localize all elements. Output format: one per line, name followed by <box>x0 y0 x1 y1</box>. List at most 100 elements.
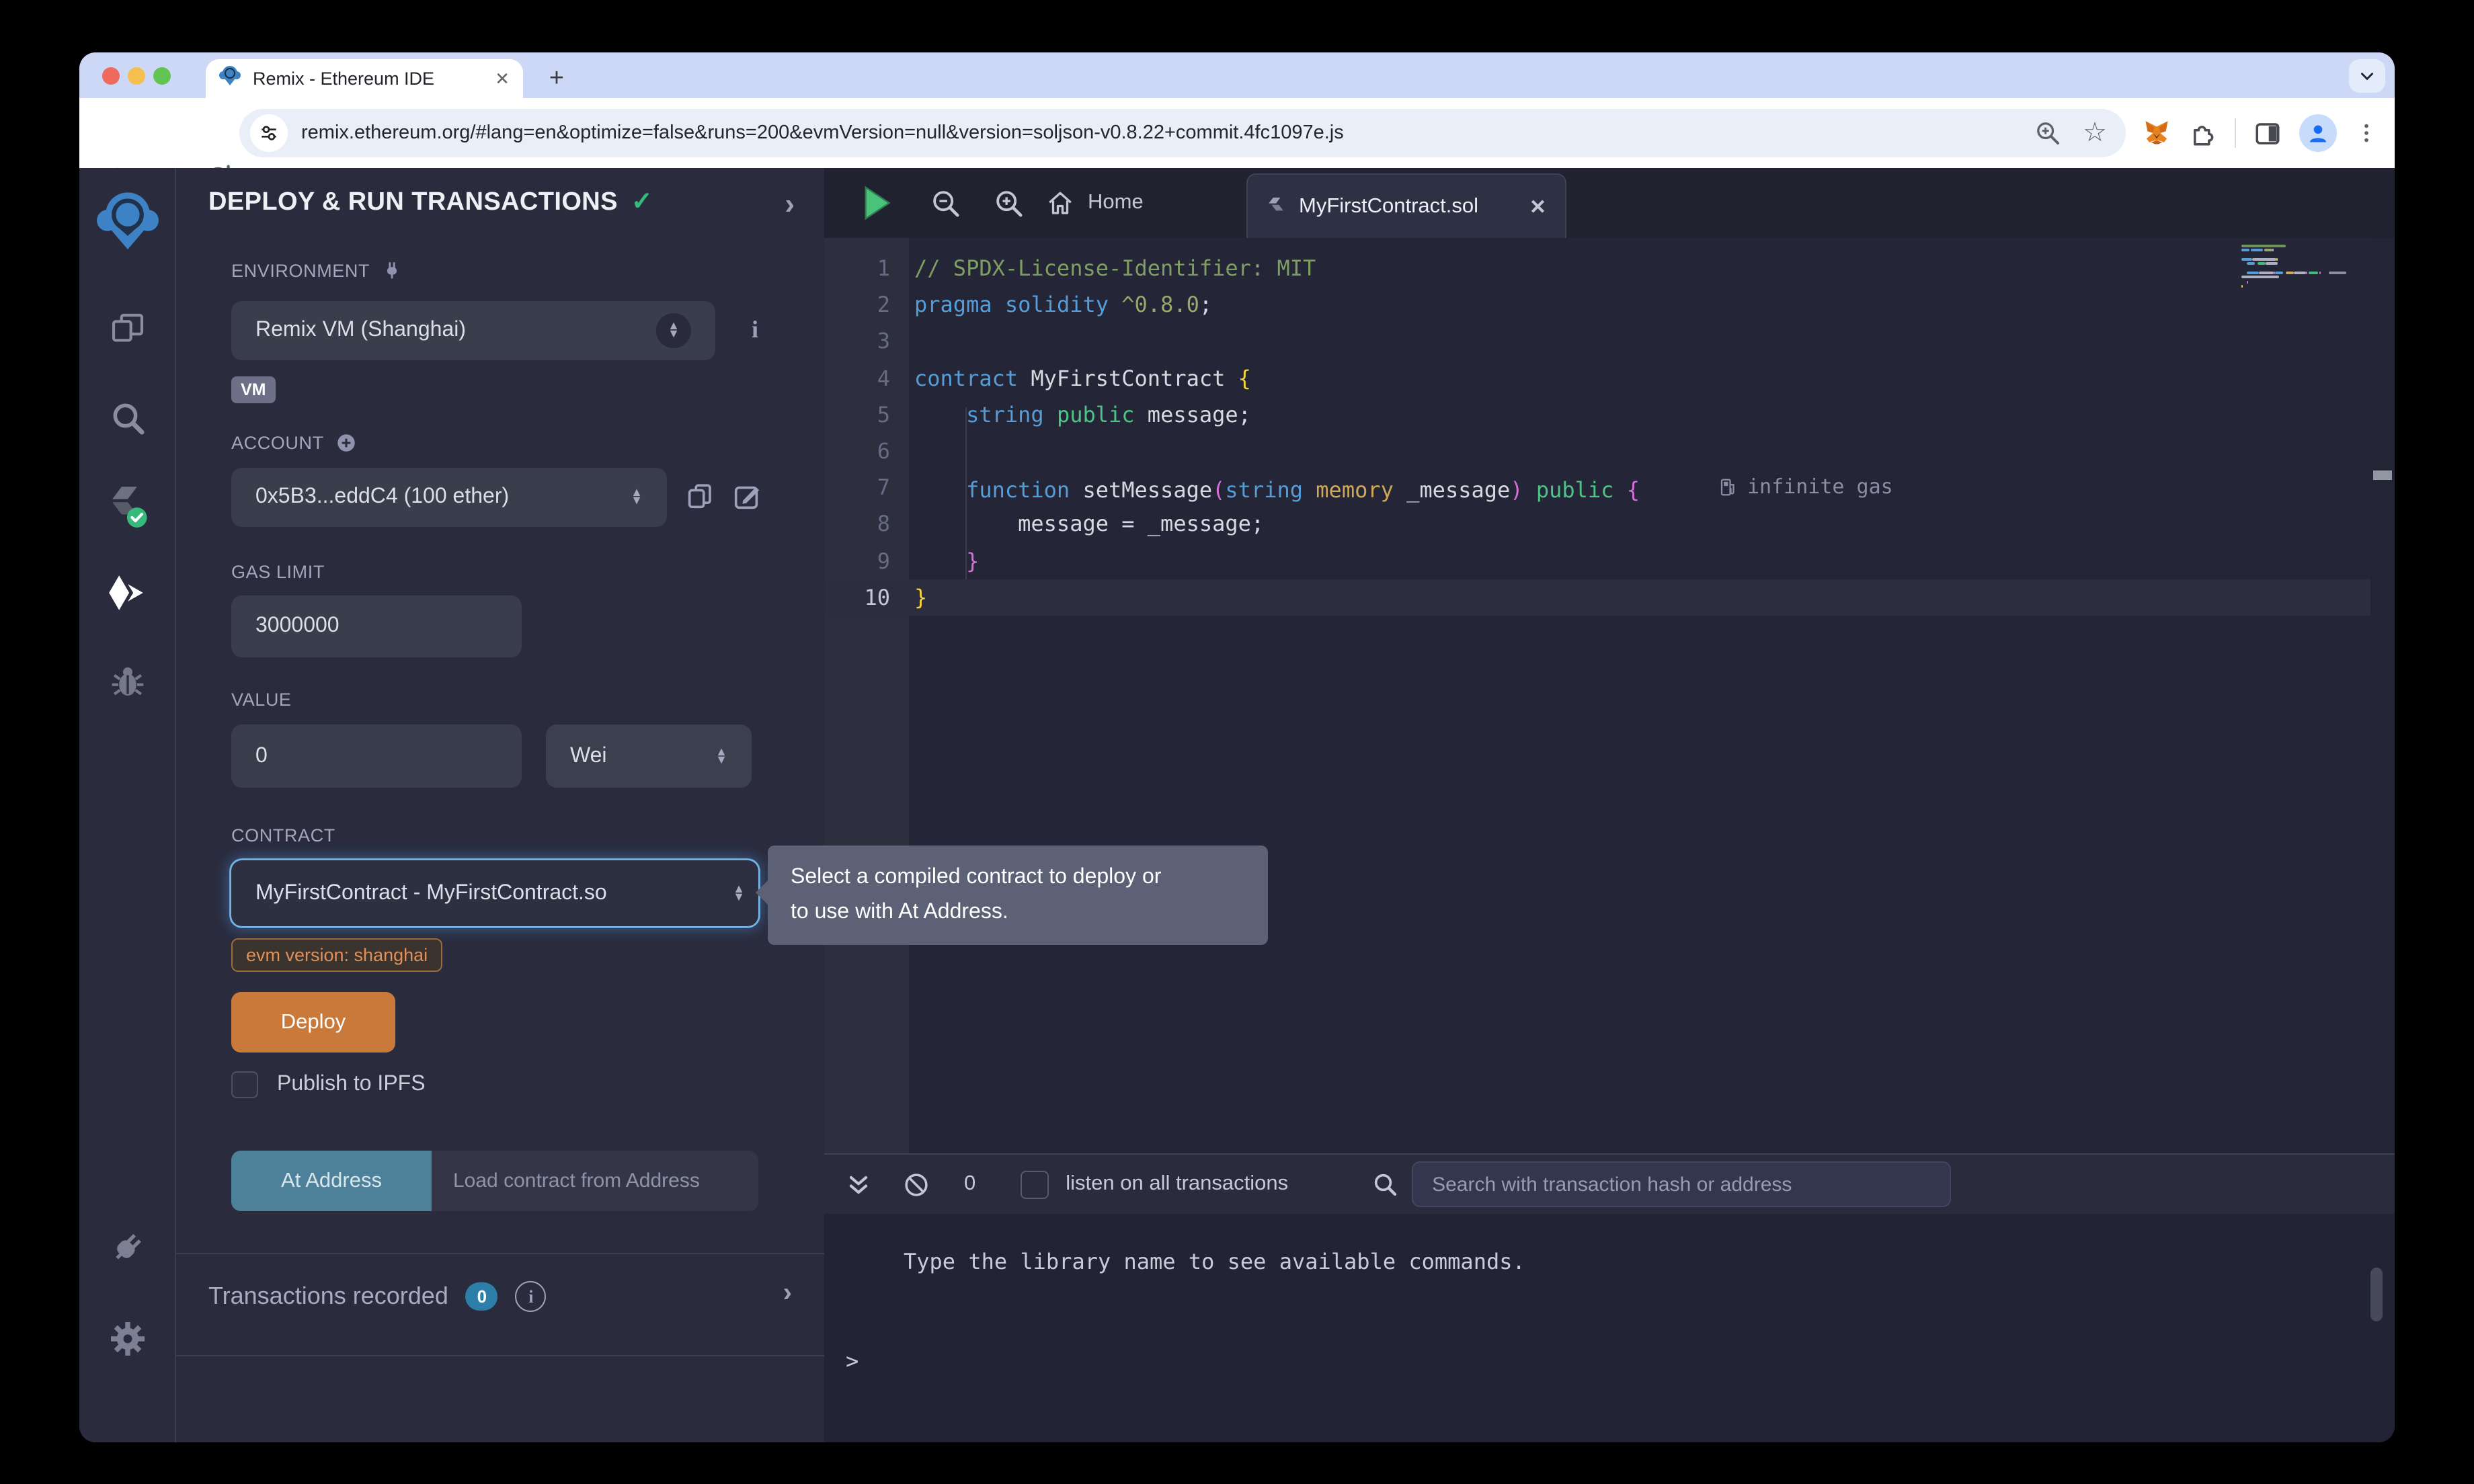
code-line[interactable]: 1// SPDX-License-Identifier: MIT <box>824 250 2370 286</box>
toolbar-divider <box>2235 118 2236 148</box>
transactions-count-badge: 0 <box>466 1282 498 1311</box>
edit-account-icon[interactable] <box>731 481 762 512</box>
transactions-info-icon[interactable]: i <box>516 1281 547 1312</box>
line-number: 4 <box>824 360 909 396</box>
solidity-compiler-icon[interactable] <box>79 485 175 528</box>
extensions-icon[interactable] <box>2189 119 2217 147</box>
code-line[interactable]: 8 message = _message; <box>824 506 2370 542</box>
close-file-icon[interactable]: ✕ <box>1529 194 1546 218</box>
panel-title: DEPLOY & RUN TRANSACTIONS ✓ <box>208 187 653 218</box>
new-tab-button[interactable]: + <box>539 62 574 97</box>
select-arrows-icon: ▲▼ <box>715 749 727 764</box>
zoom-out-icon[interactable] <box>930 188 961 219</box>
zoom-in-icon[interactable] <box>994 188 1025 219</box>
code-line[interactable]: 9 } <box>824 542 2370 579</box>
transactions-chevron-icon[interactable]: › <box>783 1278 792 1309</box>
editor-scrollbar[interactable] <box>2370 238 2395 1153</box>
browser-tabbar: Remix - Ethereum IDE ✕ + <box>79 52 2395 98</box>
gas-limit-input[interactable]: 3000000 <box>231 595 522 657</box>
browser-window: Remix - Ethereum IDE ✕ + remix.ethereum.… <box>79 52 2395 1442</box>
environment-select[interactable]: Remix VM (Shanghai) ▲▼ <box>231 301 715 360</box>
panel-chevron-icon[interactable]: › <box>785 187 795 222</box>
select-arrows-icon: ▲▼ <box>733 886 745 901</box>
editor-tabstrip: Home MyFirstContract.sol ✕ <box>824 168 2395 238</box>
code-line[interactable]: 7 function setMessage(string memory _mes… <box>824 469 2370 505</box>
deploy-run-panel: DEPLOY & RUN TRANSACTIONS ✓ › ENVIRONMEN… <box>176 168 824 1442</box>
value-unit-select[interactable]: Wei ▲▼ <box>546 725 752 788</box>
browser-tab[interactable]: Remix - Ethereum IDE ✕ <box>206 59 523 98</box>
url-bar[interactable]: remix.ethereum.org/#lang=en&optimize=fal… <box>239 109 2126 157</box>
terminal-prompt[interactable]: > <box>846 1348 859 1374</box>
code-line[interactable]: 5 string public message; <box>824 397 2370 433</box>
search-icon[interactable] <box>79 399 175 437</box>
contract-label: CONTRACT <box>231 825 335 846</box>
gas-limit-label: GAS LIMIT <box>231 562 325 582</box>
select-arrows-icon: ▲▼ <box>656 313 691 348</box>
terminal[interactable]: Type the library name to see available c… <box>824 1214 2395 1442</box>
code-line[interactable]: 6 <box>824 433 2370 469</box>
site-settings-icon[interactable] <box>250 114 288 152</box>
at-address-button[interactable]: At Address <box>231 1151 432 1211</box>
line-number: 7 <box>824 469 909 505</box>
minimize-window-button[interactable] <box>128 67 145 85</box>
contract-select[interactable]: MyFirstContract - MyFirstContract.so ▲▼ <box>231 860 758 926</box>
debugger-icon[interactable] <box>79 663 175 700</box>
copy-account-icon[interactable] <box>684 481 715 512</box>
environment-info-icon[interactable]: i <box>752 316 758 344</box>
terminal-count: 0 <box>964 1172 975 1196</box>
value-input[interactable]: 0 <box>231 725 522 788</box>
remix-favicon <box>219 65 241 93</box>
editor-area: Home MyFirstContract.sol ✕ 1// SPDX-Lice… <box>824 168 2395 1442</box>
contract-tooltip: Select a compiled contract to deploy or … <box>768 846 1268 945</box>
collapse-terminal-icon[interactable] <box>846 1171 871 1197</box>
side-panel-icon[interactable] <box>2253 119 2282 147</box>
metamask-icon[interactable] <box>2142 118 2171 148</box>
gas-pump-icon <box>1718 477 1738 497</box>
home-icon <box>1046 189 1074 217</box>
zoom-icon[interactable] <box>2034 120 2061 147</box>
publish-ipfs-checkbox[interactable] <box>231 1071 258 1098</box>
close-tab-icon[interactable]: ✕ <box>484 68 510 89</box>
plugin-manager-icon[interactable] <box>79 1227 175 1268</box>
infinite-gas-annotation: infinite gas <box>1718 469 1893 505</box>
profile-avatar[interactable] <box>2299 114 2337 152</box>
terminal-message: Type the library name to see available c… <box>904 1249 1525 1274</box>
solidity-file-icon <box>1267 193 1285 220</box>
code-line[interactable]: 3 <box>824 323 2370 360</box>
compiled-check-icon: ✓ <box>631 187 653 218</box>
url-text[interactable]: remix.ethereum.org/#lang=en&optimize=fal… <box>301 122 2034 144</box>
terminal-search-input[interactable] <box>1412 1161 1951 1207</box>
icon-rail <box>79 168 176 1442</box>
close-window-button[interactable] <box>102 67 120 85</box>
add-account-icon[interactable] <box>335 431 358 454</box>
remix-app: DEPLOY & RUN TRANSACTIONS ✓ › ENVIRONMEN… <box>79 168 2395 1442</box>
scrollbar-handle[interactable] <box>2373 470 2392 480</box>
tab-myfirstcontract[interactable]: MyFirstContract.sol ✕ <box>1246 173 1566 238</box>
listen-transactions-checkbox[interactable] <box>1020 1170 1048 1198</box>
tab-home[interactable]: Home <box>1046 168 1144 238</box>
at-address-input[interactable] <box>432 1151 758 1211</box>
run-script-icon[interactable] <box>861 184 893 222</box>
account-select[interactable]: 0x5B3...eddC4 (100 ether) ▲▼ <box>231 468 667 527</box>
browser-menu-icon[interactable] <box>2354 121 2379 145</box>
bookmark-icon[interactable]: ☆ <box>2083 120 2107 147</box>
tab-title: Remix - Ethereum IDE <box>253 69 484 89</box>
deploy-button[interactable]: Deploy <box>231 992 395 1053</box>
file-explorer-icon[interactable] <box>79 311 175 348</box>
plug-icon <box>381 259 403 282</box>
line-number: 8 <box>824 506 909 542</box>
code-line[interactable]: 10} <box>824 579 2370 615</box>
code-line[interactable]: 4contract MyFirstContract { <box>824 360 2370 396</box>
deploy-run-icon[interactable] <box>79 574 175 612</box>
remix-logo[interactable] <box>79 190 175 251</box>
clear-console-icon[interactable] <box>902 1170 930 1198</box>
tab-search-button[interactable] <box>2349 59 2385 93</box>
code-line[interactable]: 2pragma solidity ^0.8.0; <box>824 286 2370 323</box>
editor-minimap[interactable] <box>2241 243 2365 289</box>
code-editor[interactable]: 1// SPDX-License-Identifier: MIT2pragma … <box>824 238 2395 1153</box>
zoom-window-button[interactable] <box>153 67 171 85</box>
terminal-scrollbar[interactable] <box>2370 1268 2383 1321</box>
settings-gear-icon[interactable] <box>79 1319 175 1359</box>
value-label: VALUE <box>231 690 292 710</box>
environment-label: ENVIRONMENT <box>231 259 403 282</box>
